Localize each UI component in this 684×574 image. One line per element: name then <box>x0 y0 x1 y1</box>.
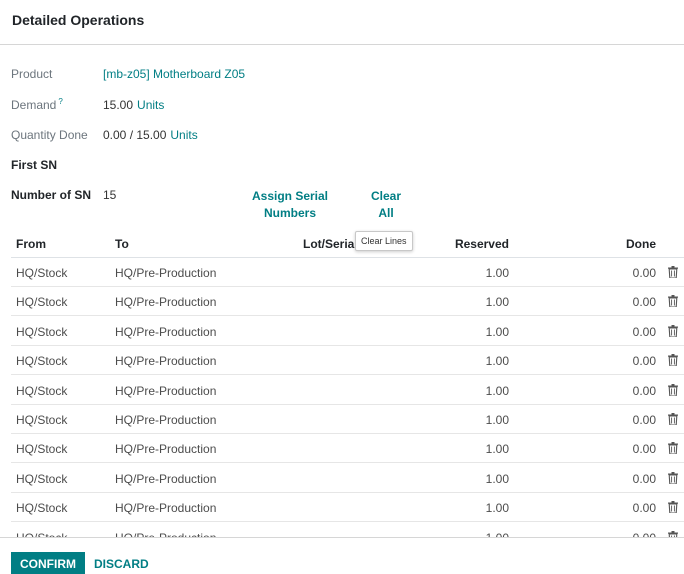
trash-icon[interactable] <box>668 266 678 279</box>
column-to[interactable]: To <box>115 237 129 251</box>
cell-done[interactable]: 0.00 <box>633 384 656 398</box>
help-icon[interactable]: ? <box>58 97 62 106</box>
trash-icon[interactable] <box>668 354 678 367</box>
first-sn-field[interactable]: First SN <box>11 158 103 172</box>
cell-to: HQ/Pre-Production <box>115 501 217 516</box>
move-lines-table: From To Lot/Serial Reserved Done HQ/Stoc… <box>0 231 684 537</box>
cell-from: HQ/Stock <box>16 324 68 339</box>
number-of-sn-input[interactable]: 15 <box>103 188 116 202</box>
cell-reserved: 1.00 <box>485 354 509 369</box>
quantity-done-units: Units <box>170 128 198 142</box>
demand-units: Units <box>137 97 165 112</box>
product-label: Product <box>11 67 53 81</box>
cell-done[interactable]: 0.00 <box>633 266 656 280</box>
cell-from: HQ/Stock <box>16 354 68 369</box>
table-row[interactable]: HQ/Stock HQ/Pre-Production 1.00 0.00 <box>11 434 684 464</box>
cell-done[interactable]: 0.00 <box>633 354 656 368</box>
trash-icon[interactable] <box>668 501 678 514</box>
table-row[interactable]: HQ/Stock HQ/Pre-Production 1.00 0.00 <box>11 287 684 317</box>
assign-serial-line1: Assign Serial <box>251 189 329 203</box>
table-row[interactable]: HQ/Stock HQ/Pre-Production 1.00 0.00 <box>11 405 684 434</box>
cell-reserved: 1.00 <box>485 324 509 339</box>
number-of-sn-label: Number of SN <box>11 188 92 202</box>
product-field: Product [mb-z05] Motherboard Z05 <box>11 67 245 81</box>
dialog-footer: CONFIRM DISCARD <box>0 537 684 574</box>
cell-from: HQ/Stock <box>16 442 68 457</box>
cell-reserved: 1.00 <box>485 442 509 457</box>
trash-icon[interactable] <box>668 413 678 426</box>
column-done[interactable]: Done <box>626 237 656 251</box>
table-row[interactable]: HQ/Stock HQ/Pre-Production 1.00 0.00 <box>11 493 684 523</box>
cell-reserved: 1.00 <box>485 501 509 516</box>
trash-icon[interactable] <box>668 295 678 308</box>
cell-to: HQ/Pre-Production <box>115 471 217 486</box>
clear-all-button[interactable]: Clear All <box>366 188 406 222</box>
first-sn-label: First SN <box>11 158 58 172</box>
cell-to: HQ/Pre-Production <box>115 442 217 457</box>
column-lot-serial[interactable]: Lot/Serial <box>303 237 358 251</box>
demand-label: Demand? <box>11 97 63 112</box>
discard-button[interactable]: DISCARD <box>94 557 149 571</box>
cell-done[interactable]: 0.00 <box>633 501 656 515</box>
cell-reserved: 1.00 <box>485 471 509 486</box>
trash-icon[interactable] <box>668 324 678 338</box>
quantity-done-label: Quantity Done <box>11 128 88 142</box>
cell-from: HQ/Stock <box>16 413 68 427</box>
cell-to: HQ/Pre-Production <box>115 266 217 280</box>
table-row[interactable]: HQ/Stock HQ/Pre-Production 1.00 0.00 <box>11 317 684 346</box>
cell-to: HQ/Pre-Production <box>115 324 217 339</box>
table-row[interactable]: HQ/StockHQ/Pre-Production1.000.00 <box>11 523 684 537</box>
dialog-header: Detailed Operations <box>0 0 684 45</box>
table-row[interactable]: HQ/Stock HQ/Pre-Production 1.00 0.00 <box>11 464 684 493</box>
assign-serial-numbers-button[interactable]: Assign Serial Numbers <box>250 188 330 222</box>
table-header: From To Lot/Serial Reserved Done <box>11 231 684 258</box>
trash-icon[interactable] <box>668 442 678 455</box>
assign-serial-line2: Numbers <box>263 206 316 220</box>
cell-reserved: 1.00 <box>485 383 509 398</box>
table-row[interactable]: HQ/Stock HQ/Pre-Production 1.00 0.00 <box>11 346 684 376</box>
trash-icon[interactable] <box>668 383 678 397</box>
cell-from: HQ/Stock <box>16 501 68 516</box>
table-row[interactable]: HQ/Stock HQ/Pre-Production 1.00 0.00 <box>11 376 684 405</box>
cell-to: HQ/Pre-Production <box>115 383 217 398</box>
cell-reserved: 1.00 <box>485 413 509 427</box>
cell-done[interactable]: 0.00 <box>633 472 656 486</box>
quantity-done-field: Quantity Done 0.00 / 15.00 Units <box>11 128 198 142</box>
cell-done[interactable]: 0.00 <box>633 325 656 339</box>
product-link[interactable]: [mb-z05] Motherboard Z05 <box>103 67 245 81</box>
cell-from: HQ/Stock <box>16 266 68 280</box>
cell-done[interactable]: 0.00 <box>633 295 656 309</box>
cell-done[interactable]: 0.00 <box>633 442 656 456</box>
demand-field: Demand? 15.00 Units <box>11 97 164 112</box>
clear-line2: All <box>378 206 394 220</box>
number-of-sn-field: Number of SN 15 <box>11 188 116 202</box>
trash-icon[interactable] <box>668 471 678 485</box>
column-from[interactable]: From <box>16 237 46 251</box>
demand-value: 15.00 Units <box>103 97 165 112</box>
column-reserved[interactable]: Reserved <box>455 237 509 251</box>
cell-from: HQ/Stock <box>16 383 68 398</box>
confirm-button[interactable]: CONFIRM <box>11 552 85 574</box>
cell-from: HQ/Stock <box>16 471 68 486</box>
cell-reserved: 1.00 <box>485 295 509 310</box>
quantity-done-value: 0.00 / 15.00 Units <box>103 128 198 142</box>
cell-to: HQ/Pre-Production <box>115 413 217 427</box>
dialog-title: Detailed Operations <box>12 12 145 28</box>
cell-reserved: 1.00 <box>485 266 509 280</box>
cell-from: HQ/Stock <box>16 295 68 310</box>
cell-done[interactable]: 0.00 <box>633 413 656 427</box>
cell-to: HQ/Pre-Production <box>115 354 217 369</box>
cell-to: HQ/Pre-Production <box>115 295 217 310</box>
table-row[interactable]: HQ/Stock HQ/Pre-Production 1.00 0.00 <box>11 258 684 287</box>
clear-lines-tooltip: Clear Lines <box>355 231 413 251</box>
clear-line1: Clear <box>370 189 402 203</box>
